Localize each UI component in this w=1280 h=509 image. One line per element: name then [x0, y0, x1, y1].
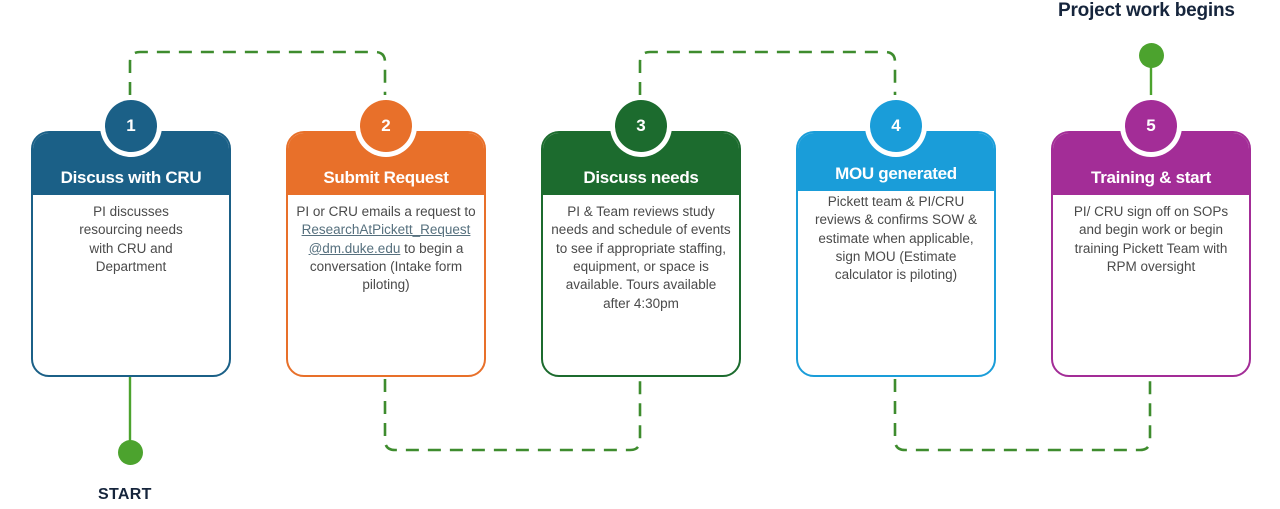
step-badge-2: 2	[355, 95, 417, 157]
project-work-dot	[1139, 43, 1164, 68]
step-card-5[interactable]: Training & start PI/ CRU sign off on SOP…	[1051, 95, 1251, 377]
step-card-1-line-2: resourcing needs	[79, 222, 183, 238]
step-card-3-frame: Discuss needs PI & Team reviews study ne…	[541, 131, 741, 377]
step-card-2[interactable]: Submit Request PI or CRU emails a reques…	[286, 95, 486, 377]
step-card-5-body: PI/ CRU sign off on SOPs and begin work …	[1073, 204, 1229, 275]
start-dot	[118, 440, 143, 465]
step-card-1-frame: Discuss with CRU PI discusses resourcing…	[31, 131, 231, 377]
step-card-3-body: PI & Team reviews study needs and schedu…	[551, 204, 731, 311]
step-badge-5-number: 5	[1125, 100, 1177, 152]
step-card-1[interactable]: Discuss with CRU PI discusses resourcing…	[31, 95, 231, 377]
step-card-1-line-4: Department	[95, 259, 167, 275]
step-badge-4: 4	[865, 95, 927, 157]
connector-3-4	[638, 50, 897, 95]
step-badge-2-number: 2	[360, 100, 412, 152]
connector-2-3	[383, 379, 642, 452]
step-badge-5: 5	[1120, 95, 1182, 157]
step-card-4-frame: MOU generated Pickett team & PI/CRU revi…	[796, 131, 996, 377]
step-card-3[interactable]: Discuss needs PI & Team reviews study ne…	[541, 95, 741, 377]
step-card-5-title: Training & start	[1091, 168, 1211, 188]
step-badge-1: 1	[100, 95, 162, 157]
step-card-5-frame: Training & start PI/ CRU sign off on SOP…	[1051, 131, 1251, 377]
step-card-1-line-3: with CRU and	[89, 240, 173, 256]
start-label: START	[98, 486, 152, 503]
step-card-4[interactable]: MOU generated Pickett team & PI/CRU revi…	[796, 95, 996, 377]
step-card-1-body: PI discusses resourcing needs with CRU a…	[33, 195, 229, 276]
step-card-2-body: PI or CRU emails a request to ResearchAt…	[288, 195, 484, 295]
step-badge-1-number: 1	[105, 100, 157, 152]
step-card-2-title: Submit Request	[323, 168, 449, 188]
step-card-4-body: Pickett team & PI/CRU reviews & confirms…	[814, 194, 978, 283]
project-work-begins-label: Project work begins	[1058, 0, 1235, 21]
step-card-1-line-1: PI discusses	[93, 204, 169, 219]
connector-1-2	[128, 50, 387, 95]
step-badge-3-number: 3	[615, 100, 667, 152]
connector-4-5	[893, 379, 1152, 452]
step-badge-4-number: 4	[870, 100, 922, 152]
step-card-2-frame: Submit Request PI or CRU emails a reques…	[286, 131, 486, 377]
step-card-2-text-before: PI or CRU emails a request to	[296, 204, 476, 219]
step-card-3-title: Discuss needs	[583, 168, 699, 188]
step-badge-3: 3	[610, 95, 672, 157]
step-card-4-title: MOU generated	[835, 164, 957, 184]
workflow-diagram: START Project work begins Discuss with C…	[0, 0, 1280, 509]
step-card-1-title: Discuss with CRU	[60, 168, 202, 188]
